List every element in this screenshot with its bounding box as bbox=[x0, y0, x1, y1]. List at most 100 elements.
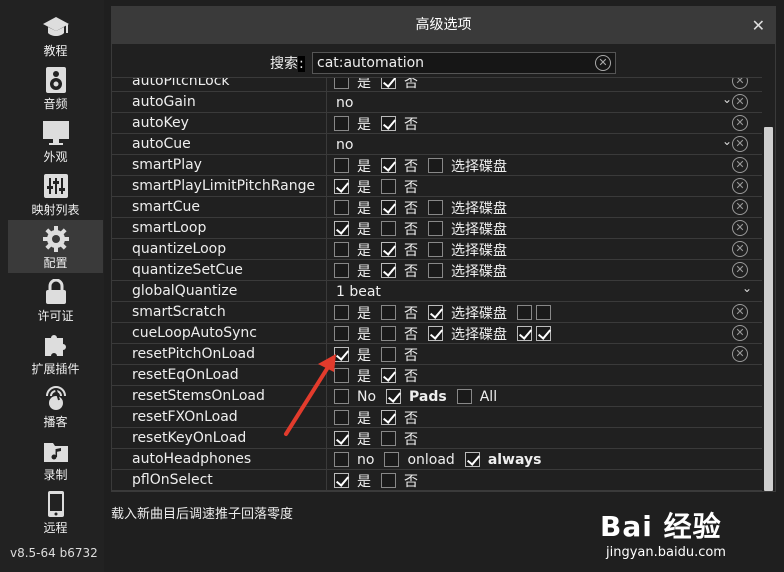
yes-checkbox[interactable] bbox=[334, 473, 349, 488]
option-row: autoHeadphones no onload always bbox=[112, 449, 762, 470]
chevron-down-icon[interactable]: ⌄ bbox=[722, 92, 732, 106]
option-dropdown[interactable]: 1 beat ⌄ bbox=[328, 281, 762, 302]
no-checkbox[interactable] bbox=[381, 179, 396, 194]
reset-icon[interactable]: ✕ bbox=[732, 115, 748, 131]
chevron-down-icon[interactable]: ⌄ bbox=[742, 281, 752, 295]
yes-checkbox[interactable] bbox=[334, 368, 349, 383]
option-value: 是否 bbox=[328, 365, 762, 386]
select-deck-checkbox[interactable] bbox=[428, 305, 443, 320]
no-checkbox[interactable] bbox=[381, 305, 396, 320]
reset-icon[interactable]: ✕ bbox=[732, 157, 748, 173]
yes-checkbox[interactable] bbox=[334, 158, 349, 173]
deck-2-checkbox[interactable] bbox=[536, 326, 551, 341]
yes-checkbox[interactable] bbox=[334, 263, 349, 278]
option-name: smartCue bbox=[112, 197, 327, 218]
search-label-text: 搜索 bbox=[270, 56, 298, 72]
option-name: quantizeLoop bbox=[112, 239, 327, 260]
no-checkbox[interactable] bbox=[381, 368, 396, 383]
select-deck-checkbox[interactable] bbox=[428, 200, 443, 215]
option-row: autoGain no ⌄ ✕ bbox=[112, 92, 762, 113]
yes-label: 是 bbox=[357, 116, 371, 133]
yes-label: 是 bbox=[357, 305, 371, 322]
no-checkbox[interactable] bbox=[381, 347, 396, 362]
option-value: 是 否 选择碟盘 bbox=[328, 218, 762, 239]
no-checkbox[interactable] bbox=[381, 158, 396, 173]
reset-icon[interactable]: ✕ bbox=[732, 262, 748, 278]
reset-icon[interactable]: ✕ bbox=[732, 94, 748, 110]
option-label: Pads bbox=[409, 388, 447, 405]
yes-checkbox[interactable] bbox=[334, 410, 349, 425]
deck-1-checkbox[interactable] bbox=[517, 305, 532, 320]
option-value: 是否 bbox=[328, 344, 762, 365]
yes-checkbox[interactable] bbox=[334, 242, 349, 257]
option-row: smartLoop 是 否 选择碟盘 ✕ bbox=[112, 218, 762, 239]
no-checkbox[interactable] bbox=[381, 242, 396, 257]
option-checkbox[interactable] bbox=[456, 389, 472, 404]
deck-2-checkbox[interactable] bbox=[536, 305, 551, 320]
no-label: 否 bbox=[404, 368, 418, 385]
no-checkbox[interactable] bbox=[381, 200, 396, 215]
no-checkbox[interactable] bbox=[381, 221, 396, 236]
reset-icon[interactable]: ✕ bbox=[732, 178, 748, 194]
no-checkbox[interactable] bbox=[381, 78, 396, 89]
yes-checkbox[interactable] bbox=[334, 179, 349, 194]
reset-icon[interactable]: ✕ bbox=[732, 220, 748, 236]
no-checkbox[interactable] bbox=[381, 326, 396, 341]
select-deck-checkbox[interactable] bbox=[428, 221, 443, 236]
yes-checkbox[interactable] bbox=[334, 347, 349, 362]
sidebar-item-0[interactable]: 教程 bbox=[8, 8, 103, 61]
deck-1-checkbox[interactable] bbox=[517, 326, 532, 341]
chevron-down-icon[interactable]: ⌄ bbox=[722, 134, 732, 148]
no-checkbox[interactable] bbox=[381, 116, 396, 131]
option-value: No Pads All bbox=[328, 386, 762, 407]
option-row: autoCue no ⌄ ✕ bbox=[112, 134, 762, 155]
search-input[interactable]: cat:automation ✕ bbox=[312, 52, 616, 74]
no-checkbox[interactable] bbox=[381, 473, 396, 488]
yes-checkbox[interactable] bbox=[334, 326, 349, 341]
option-row: smartCue 是 否 选择碟盘 ✕ bbox=[112, 197, 762, 218]
select-deck-checkbox[interactable] bbox=[428, 326, 443, 341]
option-checkbox[interactable] bbox=[334, 452, 349, 467]
close-button[interactable]: ✕ bbox=[752, 7, 765, 44]
sidebar-item-5[interactable]: 许可证 bbox=[8, 273, 103, 326]
yes-checkbox[interactable] bbox=[334, 305, 349, 320]
reset-icon[interactable]: ✕ bbox=[732, 304, 748, 320]
option-value: 是 否 选择碟盘 bbox=[328, 197, 762, 218]
sidebar-item-6[interactable]: 扩展插件 bbox=[8, 326, 103, 379]
no-checkbox[interactable] bbox=[381, 263, 396, 278]
select-deck-checkbox[interactable] bbox=[428, 242, 443, 257]
no-checkbox[interactable] bbox=[381, 410, 396, 425]
select-deck-checkbox[interactable] bbox=[428, 158, 443, 173]
reset-icon[interactable]: ✕ bbox=[732, 325, 748, 341]
yes-checkbox[interactable] bbox=[334, 116, 349, 131]
yes-checkbox[interactable] bbox=[334, 221, 349, 236]
reset-icon[interactable]: ✕ bbox=[732, 199, 748, 215]
sidebar-item-2[interactable]: 外观 bbox=[8, 114, 103, 167]
option-value: 是否 bbox=[328, 407, 762, 428]
option-checkbox[interactable] bbox=[384, 452, 400, 467]
no-label: 否 bbox=[404, 242, 418, 259]
sidebar-item-1[interactable]: 音频 bbox=[8, 61, 103, 114]
scrollbar-thumb[interactable] bbox=[764, 127, 773, 491]
reset-icon[interactable]: ✕ bbox=[732, 241, 748, 257]
yes-checkbox[interactable] bbox=[334, 431, 349, 446]
no-checkbox[interactable] bbox=[381, 431, 396, 446]
option-checkbox[interactable] bbox=[464, 452, 480, 467]
sidebar-item-8[interactable]: 录制 bbox=[8, 432, 103, 485]
option-dropdown[interactable]: no ⌄ bbox=[328, 92, 762, 113]
option-checkbox[interactable] bbox=[386, 389, 402, 404]
clear-search-icon[interactable]: ✕ bbox=[595, 55, 611, 71]
no-label: 否 bbox=[404, 326, 418, 343]
search-label: 搜索: bbox=[270, 53, 305, 73]
option-checkbox[interactable] bbox=[334, 389, 349, 404]
reset-icon[interactable]: ✕ bbox=[732, 346, 748, 362]
option-dropdown[interactable]: no ⌄ bbox=[328, 134, 762, 155]
select-deck-checkbox[interactable] bbox=[428, 263, 443, 278]
sidebar-item-9[interactable]: 远程 bbox=[8, 485, 103, 538]
sidebar-item-3[interactable]: 映射列表 bbox=[8, 167, 103, 220]
sidebar-item-7[interactable]: 播客 bbox=[8, 379, 103, 432]
yes-checkbox[interactable] bbox=[334, 78, 349, 89]
sidebar-item-4[interactable]: 配置 bbox=[8, 220, 103, 273]
yes-checkbox[interactable] bbox=[334, 200, 349, 215]
reset-icon[interactable]: ✕ bbox=[732, 136, 748, 152]
